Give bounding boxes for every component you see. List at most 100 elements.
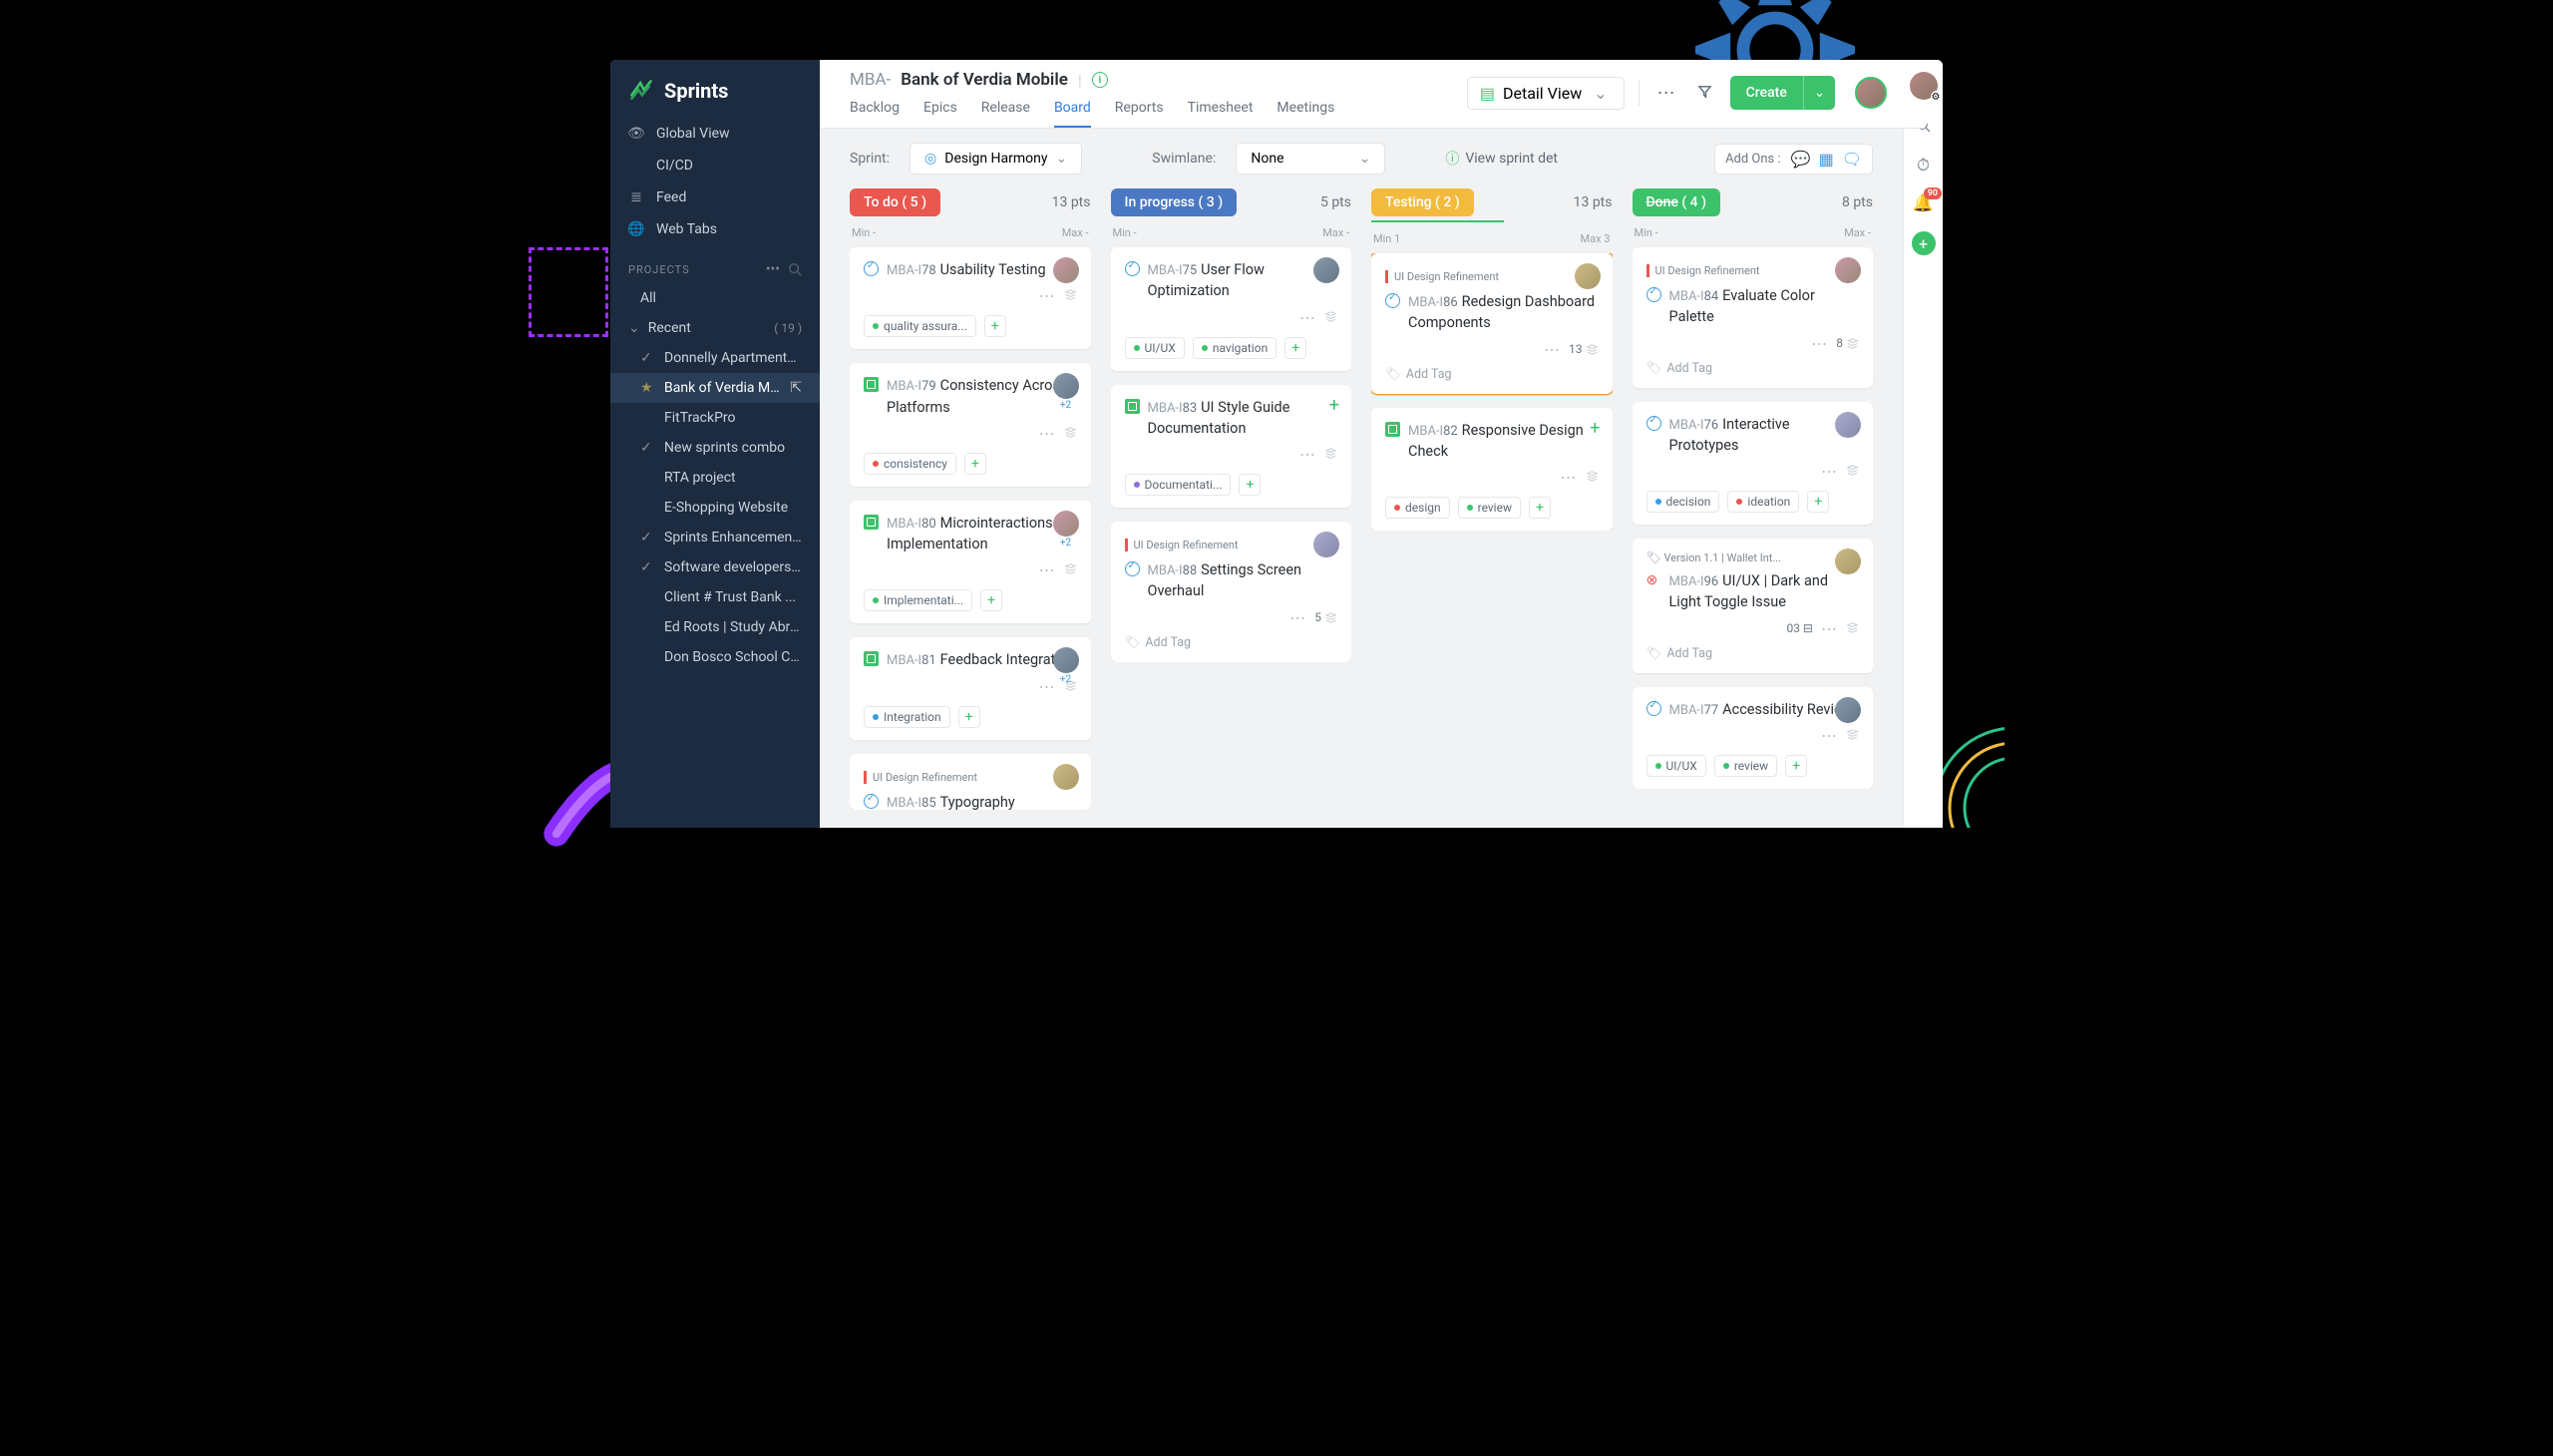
add-tag-link[interactable]: 🏷Add Tag [1646,646,1860,661]
addon-comment-icon[interactable]: 🗨 [1842,150,1862,169]
view-sprint-details[interactable]: ⓘ View sprint det [1445,149,1558,169]
addon-chat-icon[interactable]: 💬 [1791,150,1811,169]
card-tag[interactable]: Implementati... [864,589,972,611]
avatar-more[interactable]: +2 [1060,400,1071,411]
subtasks-icon[interactable] [1846,462,1859,481]
sidebar-nav-web-tabs[interactable]: 🌐Web Tabs [610,213,820,245]
sidebar-item-recent[interactable]: ⌄ Recent ( 19 ) [610,313,820,343]
tab-epics[interactable]: Epics [923,92,957,128]
sidebar-project-item[interactable]: ✓Software developers r... [610,552,820,582]
card-menu-icon[interactable]: ⋯ [1039,560,1056,579]
sidebar-project-item[interactable]: ✓New sprints combo [610,433,820,463]
sidebar-project-item[interactable]: ★Bank of Verdia Mobile⇱ [610,373,820,403]
work-item-card[interactable]: MBA-I79 Consistency Across Platforms+2⋯c… [850,363,1091,487]
view-selector[interactable]: ▤ Detail View ⌄ [1467,77,1625,110]
column-status-pill[interactable]: Testing ( 2 ) [1371,188,1474,216]
card-menu-icon[interactable]: ⋯ [1039,424,1056,443]
subtasks-icon[interactable] [1064,560,1077,579]
subtasks-icon[interactable] [1586,468,1599,487]
add-tag-button[interactable]: + [1807,491,1829,513]
work-item-card[interactable]: MBA-I75 User Flow Optimization⋯UI/UXnavi… [1111,247,1352,371]
subtasks-icon[interactable] [1064,286,1077,305]
card-tag[interactable]: consistency [864,453,956,475]
card-tag[interactable]: decision [1646,491,1720,513]
card-add-icon[interactable]: + [1329,395,1339,416]
assignee-avatar[interactable] [1053,257,1079,283]
filter-icon[interactable] [1693,79,1716,108]
assignee-avatar[interactable] [1835,412,1861,438]
card-tag[interactable]: UI/UX [1646,755,1706,777]
add-tag-button[interactable]: + [958,706,980,728]
rail-add-button[interactable]: + [1912,231,1936,255]
column-status-pill[interactable]: To do ( 5 ) [850,188,940,216]
sidebar-project-item[interactable]: Don Bosco School Co... [610,642,820,672]
sidebar-project-item[interactable]: RTA project [610,463,820,493]
subtasks-icon[interactable] [1324,308,1337,327]
card-tag[interactable]: Integration [864,706,950,728]
card-add-icon[interactable]: + [1590,418,1600,439]
assignee-avatar[interactable] [1835,697,1861,723]
avatar-more[interactable]: +2 [1060,538,1071,548]
assignee-avatar[interactable] [1053,764,1079,790]
assignee-avatar[interactable] [1053,647,1079,673]
work-item-card[interactable]: MBA-I82 Responsive Design Check+⋯designr… [1371,408,1613,532]
card-tag[interactable]: design [1385,497,1450,519]
add-tag-link[interactable]: 🏷Add Tag [1385,367,1599,382]
card-menu-icon[interactable]: ⋯ [1821,726,1838,745]
subtasks-icon[interactable] [1064,677,1077,696]
card-tag[interactable]: review [1714,755,1777,777]
work-item-card[interactable]: MBA-I78 Usability Testing⋯quality assura… [850,247,1091,349]
projects-search-icon[interactable] [788,262,802,276]
sidebar-item-all[interactable]: All [610,283,820,313]
rail-user-avatar[interactable] [1910,72,1938,100]
card-menu-icon[interactable]: ⋯ [1544,340,1561,359]
user-avatar[interactable] [1855,77,1887,109]
add-tag-link[interactable]: 🏷Add Tag [1646,361,1860,376]
work-item-card[interactable]: MBA-I83 UI Style Guide Documentation+⋯Do… [1111,385,1352,509]
info-icon[interactable]: i [1092,72,1108,88]
card-menu-icon[interactable]: ⋯ [1821,462,1838,481]
card-menu-icon[interactable]: ⋯ [1289,608,1306,627]
add-tag-button[interactable]: + [1239,474,1261,496]
card-menu-icon[interactable]: ⋯ [1561,468,1578,487]
add-tag-button[interactable]: + [984,315,1006,337]
card-tag[interactable]: UI/UX [1125,337,1185,359]
assignee-avatar[interactable] [1835,257,1861,283]
tab-reports[interactable]: Reports [1115,92,1164,128]
tab-timesheet[interactable]: Timesheet [1188,92,1254,128]
column-status-pill[interactable]: Done ( 4 ) [1633,188,1721,216]
card-menu-icon[interactable]: ⋯ [1039,286,1056,305]
tab-backlog[interactable]: Backlog [850,92,900,128]
work-item-card[interactable]: MBA-I81 Feedback Integration+2⋯Integrati… [850,637,1091,739]
subtasks-icon[interactable] [1324,445,1337,464]
card-menu-icon[interactable]: ⋯ [1299,308,1316,327]
sidebar-nav-ci-cd[interactable]: CI/CD [610,150,820,182]
card-menu-icon[interactable]: ⋯ [1811,334,1828,353]
card-tag[interactable]: quality assura... [864,315,976,337]
work-item-card[interactable]: UI Design RefinementMBA-I85 Typography⋯ [850,754,1091,810]
work-item-card[interactable]: MBA-I80 Microinteractions Implementation… [850,501,1091,624]
card-tag[interactable]: navigation [1193,337,1276,359]
assignee-avatar[interactable] [1313,532,1339,557]
card-menu-icon[interactable]: ⋯ [1821,619,1838,638]
work-item-card[interactable]: MBA-I76 Interactive Prototypes⋯decisioni… [1633,402,1874,526]
addon-board-icon[interactable]: ▦ [1819,150,1834,169]
sidebar-project-item[interactable]: E-Shopping Website [610,493,820,523]
assignee-avatar[interactable] [1053,511,1079,537]
column-status-pill[interactable]: In progress ( 3 ) [1111,188,1238,216]
add-tag-button[interactable]: + [964,453,986,475]
assignee-avatar[interactable] [1313,257,1339,283]
assignee-avatar[interactable] [1575,263,1601,289]
add-tag-button[interactable]: + [1529,497,1551,519]
sidebar-project-item[interactable]: ✓Donnelly Apartments ... [610,343,820,373]
swimlane-select[interactable]: None ⌄ [1236,143,1385,175]
sidebar-nav-feed[interactable]: ≣Feed [610,182,820,213]
work-item-card[interactable]: UI Design RefinementMBA-I84 Evaluate Col… [1633,247,1874,388]
sidebar-project-item[interactable]: FitTrackPro [610,403,820,433]
subtasks-icon[interactable] [1064,424,1077,443]
card-tag[interactable]: Documentati... [1125,474,1232,496]
card-tag[interactable]: ideation [1727,491,1799,513]
sprint-select[interactable]: ◎ Design Harmony ⌄ [910,143,1082,175]
work-item-card[interactable]: UI Design RefinementMBA-I88 Settings Scr… [1111,522,1352,662]
add-tag-link[interactable]: 🏷Add Tag [1125,635,1338,650]
